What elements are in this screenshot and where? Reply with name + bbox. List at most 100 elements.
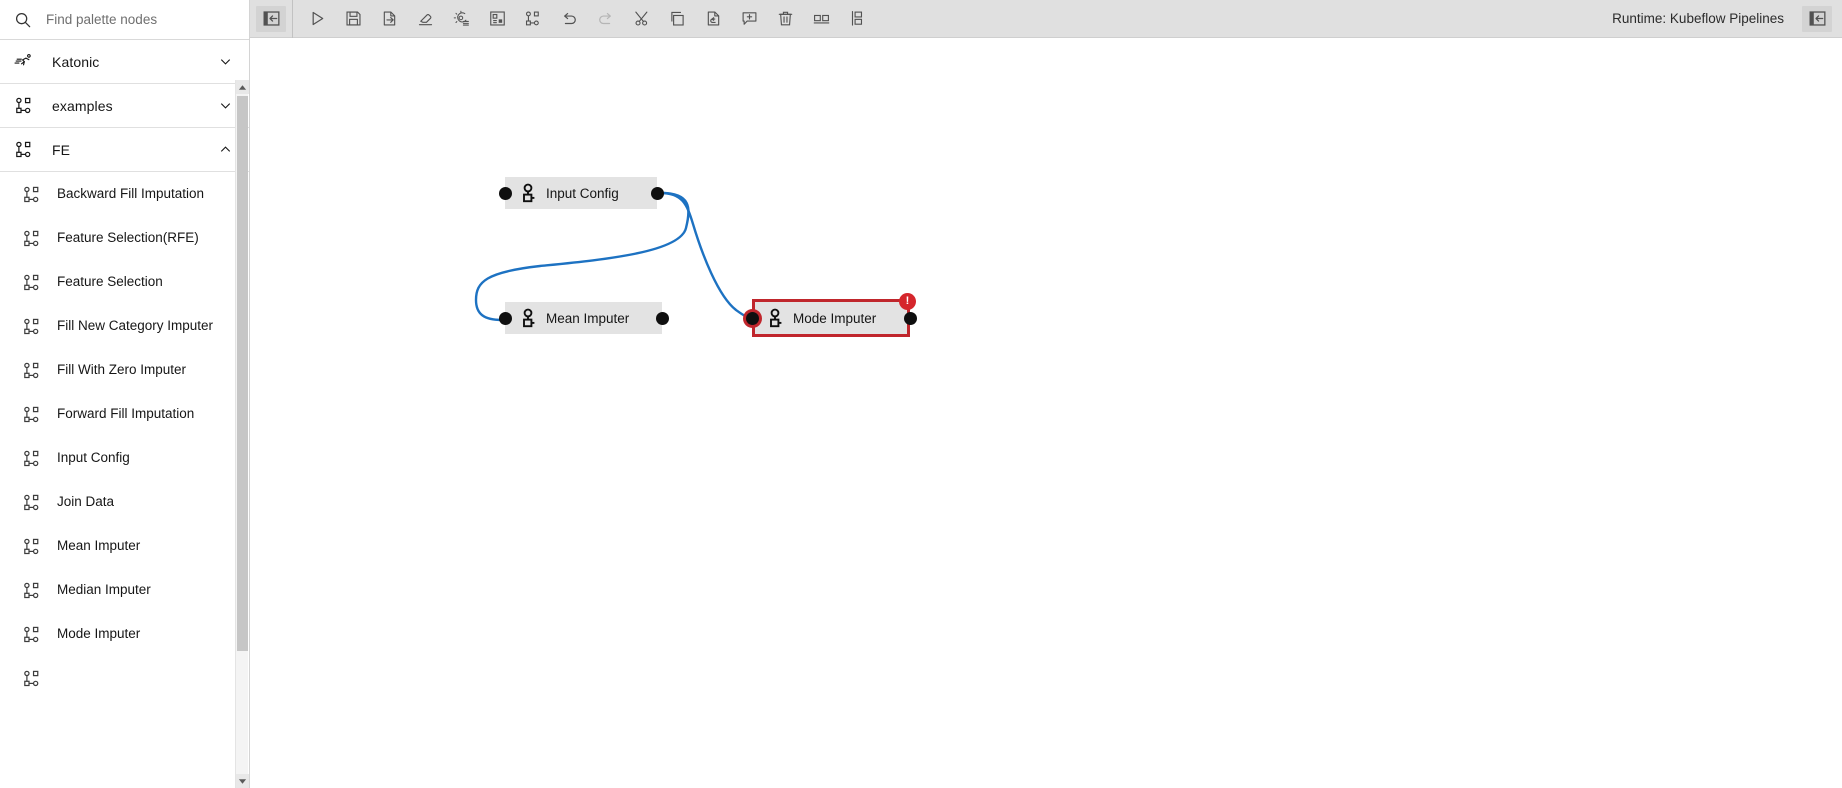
katonic-runner-icon	[14, 51, 35, 72]
toggle-properties-panel-button[interactable]	[1802, 5, 1832, 32]
node-input-port[interactable]	[498, 186, 512, 200]
runtime-config-button[interactable]	[443, 0, 479, 38]
palette-node-fill-with-zero-imputer[interactable]: Fill With Zero Imputer	[0, 348, 249, 392]
palette-node-feature-selection-rfe[interactable]: Feature Selection(RFE)	[0, 216, 249, 260]
toggle-palette-button[interactable]	[256, 5, 286, 32]
toolbar-divider	[292, 0, 293, 38]
palette-node-label: Fill New Category Imputer	[57, 318, 214, 334]
palette-node-icon	[22, 448, 43, 469]
palette-category-fe[interactable]: FE	[0, 128, 249, 172]
add-comment-button[interactable]	[731, 0, 767, 38]
chevron-up-icon[interactable]	[218, 142, 233, 157]
canvas-node-mode-imputer[interactable]: Mode Imputer !	[745, 293, 917, 337]
arrange-vertical-button[interactable]	[839, 0, 875, 38]
palette-category-label: examples	[52, 97, 113, 114]
pipeline-node-icon	[520, 308, 537, 328]
palette-node-label: Fill With Zero Imputer	[57, 362, 187, 378]
palette-category-label: FE	[52, 141, 71, 158]
palette-node-join-data[interactable]: Join Data	[0, 480, 249, 524]
palette-node-fill-new-category-imputer[interactable]: Fill New Category Imputer	[0, 304, 249, 348]
export-pipeline-button[interactable]	[371, 0, 407, 38]
palette-node-label: Feature Selection(RFE)	[57, 230, 199, 246]
palette-node-mean-imputer[interactable]: Mean Imputer	[0, 524, 249, 568]
palette-node-icon	[22, 404, 43, 425]
search-input[interactable]	[46, 12, 241, 27]
search-icon	[14, 11, 32, 29]
node-output-port[interactable]	[903, 311, 917, 325]
palette-node-label: Feature Selection	[57, 274, 163, 290]
palette-group-icon	[14, 139, 35, 160]
palette-node-icon	[22, 668, 43, 689]
pipeline-canvas[interactable]: Input Config Mean Imputer Mode Imputer !	[250, 38, 1842, 788]
editor-main: Runtime: Kubeflow Pipelines Input Config…	[250, 0, 1842, 788]
properties-button[interactable]	[479, 0, 515, 38]
palette-node-input-config[interactable]: Input Config	[0, 436, 249, 480]
palette-node-icon	[22, 580, 43, 601]
palette-node-label: Input Config	[57, 450, 130, 466]
palette-node-icon	[22, 184, 43, 205]
palette-node-backward-fill-imputation[interactable]: Backward Fill Imputation	[0, 172, 249, 216]
node-output-port[interactable]	[650, 186, 664, 200]
canvas-node-label: Mean Imputer	[546, 310, 630, 326]
pipeline-links-layer	[474, 191, 756, 322]
scroll-down-arrow-icon[interactable]	[236, 774, 249, 788]
canvas-node-input-config[interactable]: Input Config	[498, 177, 664, 209]
editor-toolbar: Runtime: Kubeflow Pipelines	[250, 0, 1842, 38]
palette-node-label: Join Data	[57, 494, 115, 510]
chevron-down-icon[interactable]	[218, 54, 233, 69]
link-input-config-to-mean-imputer	[474, 191, 690, 322]
palette-node-label: Mode Imputer	[57, 626, 141, 642]
palette-scrollbar[interactable]	[235, 80, 249, 788]
palette-node-partial[interactable]	[0, 656, 249, 700]
clear-pipeline-button[interactable]	[407, 0, 443, 38]
palette-search-row	[0, 0, 249, 40]
redo-button[interactable]	[587, 0, 623, 38]
delete-button[interactable]	[767, 0, 803, 38]
run-pipeline-button[interactable]	[299, 0, 335, 38]
palette-node-icon	[22, 316, 43, 337]
link-input-config-to-mode-imputer	[660, 191, 756, 321]
cut-button[interactable]	[623, 0, 659, 38]
palette-button[interactable]	[515, 0, 551, 38]
canvas-node-mean-imputer[interactable]: Mean Imputer	[498, 302, 669, 334]
scroll-up-arrow-icon[interactable]	[236, 80, 249, 94]
arrange-horizontal-button[interactable]	[803, 0, 839, 38]
palette-sidebar: Katonic	[0, 0, 250, 788]
palette-node-icon	[22, 536, 43, 557]
palette-node-label: Median Imputer	[57, 582, 151, 598]
node-input-port[interactable]	[745, 311, 759, 325]
canvas-node-label: Mode Imputer	[793, 310, 877, 326]
pipeline-editor-app: Katonic	[0, 0, 1842, 788]
palette-category-katonic[interactable]: Katonic	[0, 40, 249, 84]
node-output-port[interactable]	[655, 311, 669, 325]
copy-button[interactable]	[659, 0, 695, 38]
palette-node-label: Mean Imputer	[57, 538, 141, 554]
palette-node-icon	[22, 360, 43, 381]
palette-category-label: Katonic	[52, 53, 100, 70]
palette-node-forward-fill-imputation[interactable]: Forward Fill Imputation	[0, 392, 249, 436]
palette-category-examples[interactable]: examples	[0, 84, 249, 128]
palette-list: Katonic examples FE Backward Fill Imputa…	[0, 40, 249, 700]
runtime-label: Runtime: Kubeflow Pipelines	[1612, 11, 1784, 26]
palette-node-median-imputer[interactable]: Median Imputer	[0, 568, 249, 612]
node-error-badge[interactable]: !	[899, 293, 916, 310]
paste-button[interactable]	[695, 0, 731, 38]
pipeline-node-icon	[767, 308, 784, 328]
palette-node-icon	[22, 492, 43, 513]
palette-group-icon	[14, 95, 35, 116]
palette-node-icon	[22, 272, 43, 293]
node-input-port[interactable]	[498, 311, 512, 325]
palette-scroll-area: Katonic examples FE Backward Fill Imputa…	[0, 40, 249, 788]
palette-scrollbar-thumb[interactable]	[237, 96, 248, 651]
palette-node-icon	[22, 228, 43, 249]
pipeline-node-icon	[520, 183, 537, 203]
save-pipeline-button[interactable]	[335, 0, 371, 38]
chevron-down-icon[interactable]	[218, 98, 233, 113]
palette-node-mode-imputer[interactable]: Mode Imputer	[0, 612, 249, 656]
palette-node-icon	[22, 624, 43, 645]
undo-button[interactable]	[551, 0, 587, 38]
canvas-node-label: Input Config	[546, 185, 619, 201]
palette-node-label: Forward Fill Imputation	[57, 406, 195, 422]
palette-node-feature-selection[interactable]: Feature Selection	[0, 260, 249, 304]
palette-node-label: Backward Fill Imputation	[57, 186, 205, 202]
